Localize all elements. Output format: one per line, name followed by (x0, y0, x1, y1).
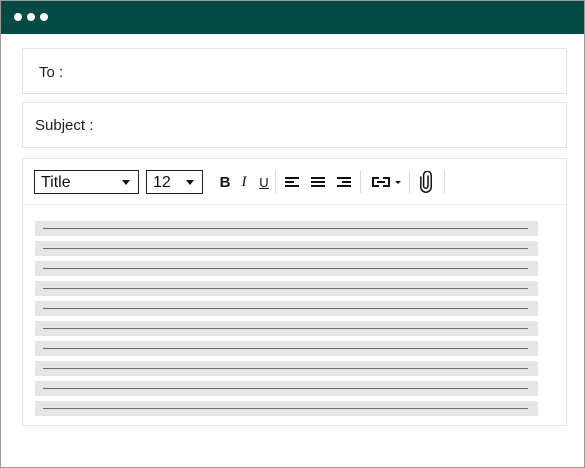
toolbar-divider (360, 171, 361, 193)
text-line-placeholder (35, 301, 538, 316)
window-dot-icon[interactable] (14, 13, 22, 21)
insert-link-button[interactable] (371, 171, 403, 193)
to-label: To : (39, 64, 64, 81)
window-dot-icon[interactable] (27, 13, 35, 21)
bold-button[interactable]: B (219, 171, 231, 193)
underline-button[interactable]: U (259, 171, 269, 193)
align-left-button[interactable] (284, 171, 300, 193)
text-line-placeholder (35, 221, 538, 236)
to-field[interactable]: To : (22, 48, 567, 94)
text-line-placeholder (35, 261, 538, 276)
to-input[interactable] (113, 57, 556, 85)
text-line-placeholder (35, 361, 538, 376)
align-center-button[interactable] (310, 171, 326, 193)
toolbar-divider (275, 171, 276, 193)
subject-label: Subject : (35, 117, 94, 134)
text-line-placeholder (35, 321, 538, 336)
text-line-placeholder (35, 381, 538, 396)
chevron-down-icon (186, 180, 194, 185)
link-icon (372, 177, 401, 187)
align-right-icon (337, 177, 351, 187)
subject-input[interactable] (113, 111, 556, 139)
text-line-placeholder (35, 241, 538, 256)
chevron-down-icon (122, 180, 130, 185)
text-line-placeholder (35, 341, 538, 356)
toolbar-divider (444, 171, 445, 193)
font-size-select[interactable]: 12 (146, 170, 203, 194)
font-size-value: 12 (153, 174, 171, 191)
text-line-placeholder (35, 401, 538, 416)
attach-file-button[interactable] (418, 171, 434, 193)
subject-field[interactable]: Subject : (22, 102, 567, 148)
title-bar (1, 1, 584, 34)
window-dot-icon[interactable] (40, 13, 48, 21)
font-style-value: Title (41, 174, 71, 191)
message-editor: Title 12 B I U (22, 158, 567, 426)
text-line-placeholder (35, 281, 538, 296)
toolbar-divider (409, 171, 410, 193)
align-left-icon (285, 177, 299, 187)
paperclip-icon (420, 171, 432, 193)
font-style-select[interactable]: Title (34, 170, 139, 194)
align-right-button[interactable] (336, 171, 352, 193)
email-compose-window: To : Subject : Title 12 B I U (0, 0, 585, 468)
message-body[interactable] (35, 221, 538, 418)
italic-button[interactable]: I (241, 171, 247, 193)
formatting-toolbar: Title 12 B I U (23, 159, 566, 205)
align-center-icon (311, 177, 325, 187)
